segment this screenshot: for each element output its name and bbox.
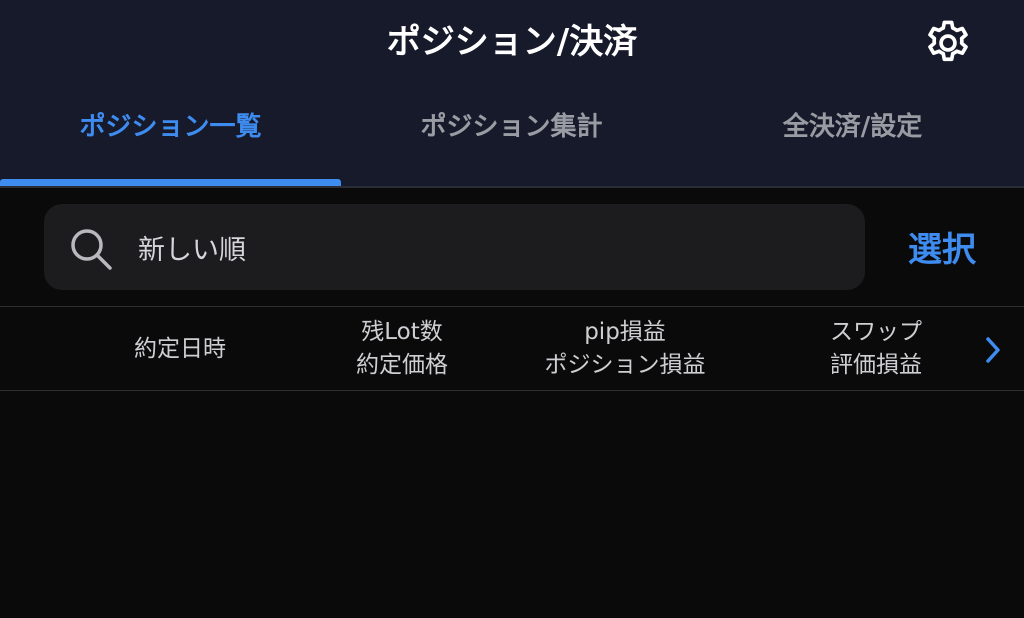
app-header: ポジション/決済 ポジション一覧 ポジション集計 全決済/設定 bbox=[0, 0, 1024, 187]
column-label: ポジション損益 bbox=[544, 352, 706, 378]
column-header-lot-price[interactable]: 残Lot数 約定価格 bbox=[322, 316, 482, 382]
tab-settlement-settings[interactable]: 全決済/設定 bbox=[682, 106, 1023, 146]
page-title: ポジション/決済 bbox=[386, 22, 638, 62]
column-header-swap-eval[interactable]: スワップ 評価損益 bbox=[796, 316, 956, 382]
select-button[interactable]: 選択 bbox=[908, 222, 976, 271]
active-tab-indicator bbox=[0, 179, 341, 186]
column-header-pip-pl[interactable]: pip損益 ポジション損益 bbox=[520, 316, 730, 382]
column-label: 残Lot数 bbox=[361, 319, 443, 345]
sort-search-field[interactable]: 新しい順 bbox=[44, 204, 865, 290]
column-label: 約定価格 bbox=[356, 352, 448, 378]
divider bbox=[0, 306, 1024, 307]
column-label: 約定日時 bbox=[134, 336, 226, 362]
sort-order-value: 新しい順 bbox=[138, 235, 246, 266]
tab-position-list[interactable]: ポジション一覧 bbox=[0, 106, 341, 146]
header-divider bbox=[0, 186, 1024, 188]
position-list-empty-area bbox=[0, 391, 1024, 618]
gear-icon[interactable] bbox=[922, 17, 974, 69]
chevron-right-icon[interactable] bbox=[980, 334, 1006, 366]
search-icon bbox=[71, 229, 112, 270]
column-label: スワップ bbox=[830, 319, 922, 345]
column-label: pip損益 bbox=[584, 319, 666, 345]
tab-position-summary[interactable]: ポジション集計 bbox=[341, 106, 682, 146]
column-header-trade-datetime[interactable]: 約定日時 bbox=[100, 333, 260, 366]
column-label: 評価損益 bbox=[830, 352, 922, 378]
